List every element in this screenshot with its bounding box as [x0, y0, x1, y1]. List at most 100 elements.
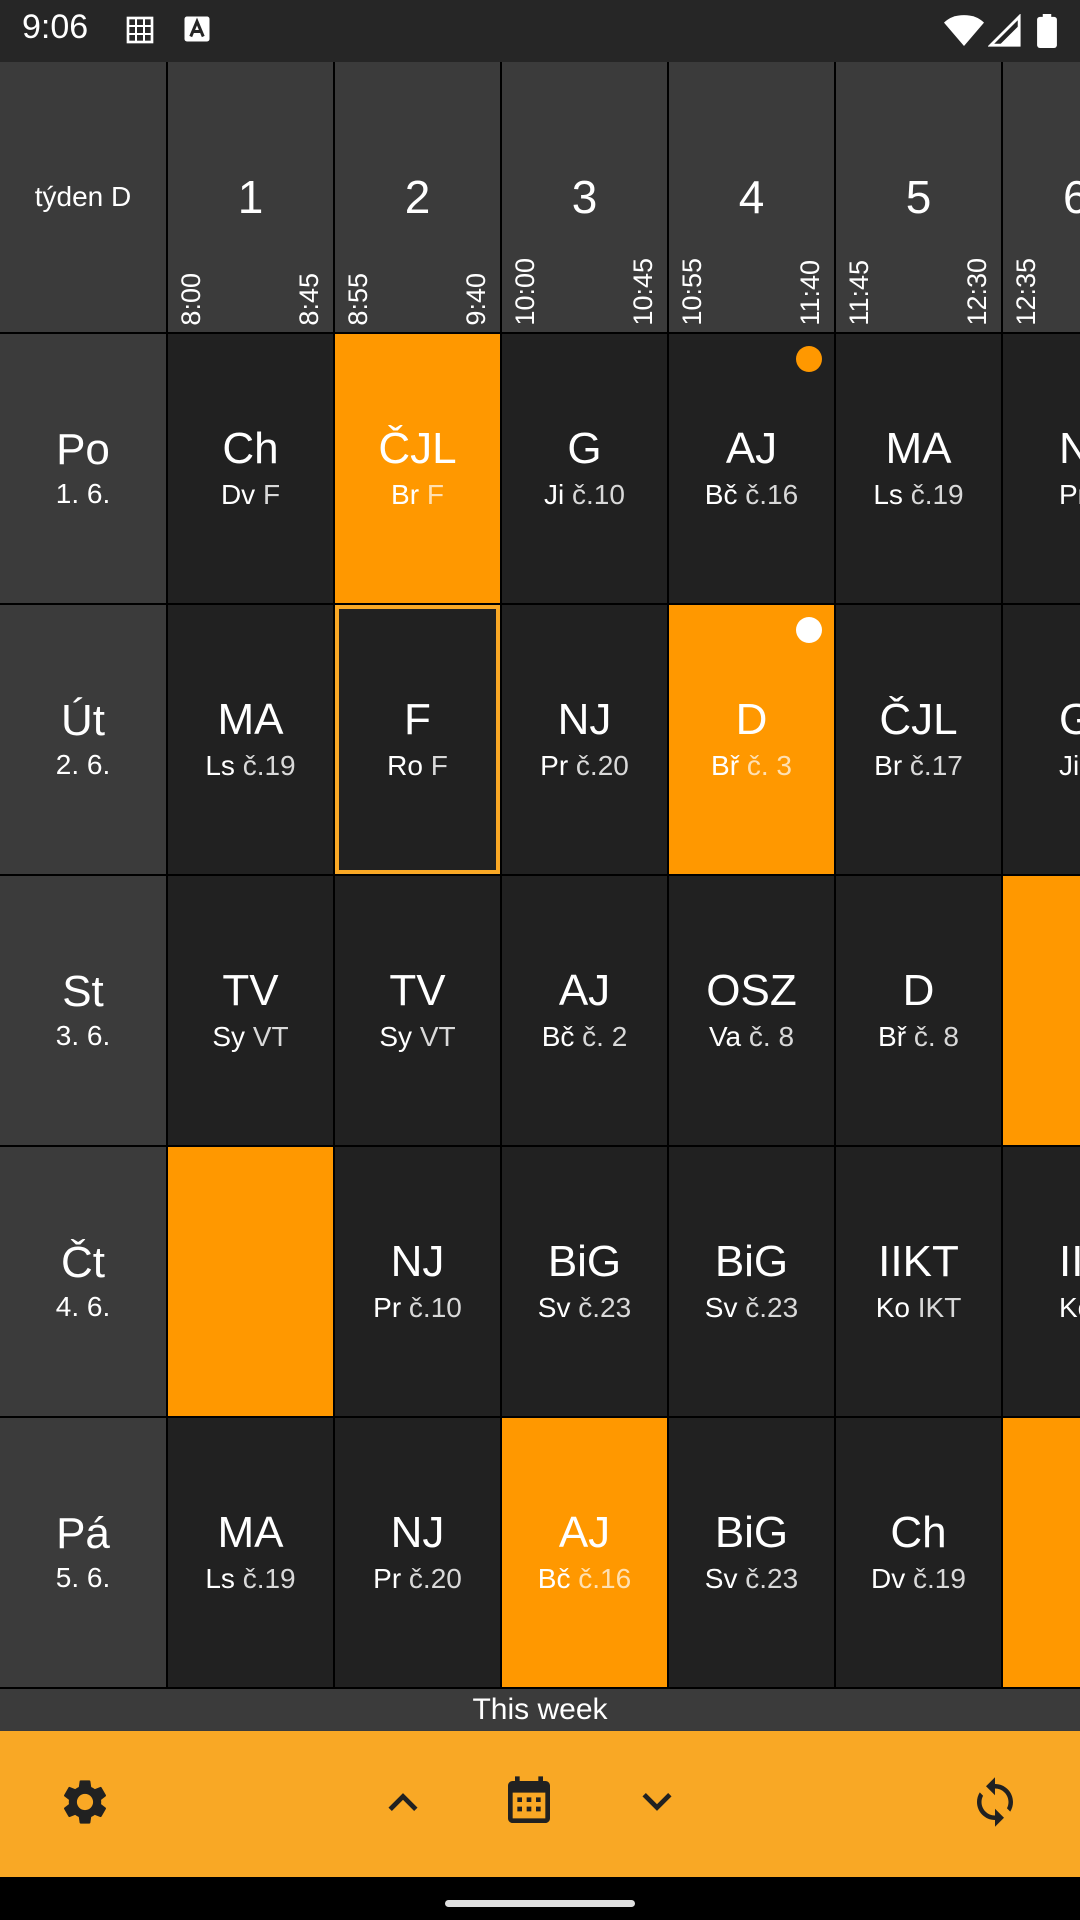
previous-week-button[interactable]: [370, 1771, 436, 1837]
lesson-teacher: Br: [391, 478, 420, 510]
lesson-cell[interactable]: MA Ls č.19: [168, 605, 333, 874]
lesson-details: Bř č. 8: [878, 1021, 959, 1053]
calendar-grid-icon: [124, 14, 156, 51]
lesson-subject: TV: [222, 965, 279, 1015]
lesson-subject: TV: [389, 965, 446, 1015]
day-header[interactable]: Po 1. 6.: [0, 334, 166, 603]
lesson-cell[interactable]: TV Sy VT: [168, 876, 333, 1145]
lesson-cell[interactable]: D Bř č. 3: [669, 605, 834, 874]
lesson-teacher: Dv: [871, 1562, 906, 1594]
lesson-details: Pr č.10: [373, 1292, 462, 1324]
lesson-room: č.19: [910, 478, 964, 510]
lesson-teacher: Bč: [704, 478, 738, 510]
lesson-cell[interactable]: D Bř č. 8: [836, 876, 1001, 1145]
lesson-details: Ls č.19: [205, 1563, 295, 1595]
settings-button[interactable]: [52, 1771, 118, 1837]
lesson-cell[interactable]: [1003, 876, 1080, 1145]
calendar-button[interactable]: [496, 1771, 562, 1837]
lesson-cell[interactable]: MA Ls č.19: [836, 334, 1001, 603]
lesson-cell[interactable]: BiG Sv č.23: [502, 1147, 667, 1416]
lesson-details: Bč č.16: [705, 479, 798, 511]
period-header-3[interactable]: 3 10:00 10:45: [502, 62, 667, 332]
day-header[interactable]: Út 2. 6.: [0, 605, 166, 874]
week-label: týden D: [34, 181, 132, 212]
lesson-subject: Ch: [222, 423, 279, 473]
lesson-cell[interactable]: BiG Sv č.23: [669, 1147, 834, 1416]
day-name: Pá: [56, 1508, 110, 1558]
lesson-subject: OSZ: [706, 965, 797, 1015]
period-start-time: 11:45: [844, 260, 874, 326]
lesson-teacher: Ko: [1059, 1291, 1080, 1323]
lesson-subject: G: [567, 423, 602, 473]
lesson-cell[interactable]: G Ji č: [1003, 605, 1080, 874]
sync-button[interactable]: [962, 1771, 1028, 1837]
lesson-subject: D: [902, 965, 935, 1015]
lesson-cell[interactable]: Ch Dv F: [168, 334, 333, 603]
period-header-2[interactable]: 2 8:55 9:40: [335, 62, 500, 332]
lesson-cell[interactable]: N Pr č: [1003, 334, 1080, 603]
lesson-cell[interactable]: MA Ls č.19: [168, 1418, 333, 1687]
lesson-teacher: Sy: [212, 1020, 246, 1052]
lesson-cell[interactable]: G Ji č.10: [502, 334, 667, 603]
period-number: 2: [404, 171, 431, 223]
period-header-4[interactable]: 4 10:55 11:40: [669, 62, 834, 332]
lesson-details: Sv č.23: [705, 1292, 798, 1324]
lesson-details: Bč č.16: [538, 1563, 631, 1595]
lesson-cell[interactable]: AJ Bč č.16: [502, 1418, 667, 1687]
lesson-room: F: [426, 478, 444, 510]
lesson-cell[interactable]: NJ Pr č.20: [335, 1418, 500, 1687]
font-a-icon: [182, 14, 212, 49]
signal-icon: [987, 13, 1022, 53]
lesson-teacher: Ji: [1059, 749, 1080, 781]
period-header-1[interactable]: 1 8:00 8:45: [168, 62, 333, 332]
lesson-cell[interactable]: F Ro F: [335, 605, 500, 874]
period-header-6[interactable]: 6 12:35: [1003, 62, 1080, 332]
lesson-cell[interactable]: [168, 1147, 333, 1416]
lesson-cell[interactable]: OSZ Va č. 8: [669, 876, 834, 1145]
lesson-cell[interactable]: AJ Bč č. 2: [502, 876, 667, 1145]
period-number: 6: [1063, 171, 1080, 223]
lesson-cell[interactable]: [1003, 1418, 1080, 1687]
lesson-teacher: Bč: [541, 1020, 575, 1052]
lesson-teacher: Pr: [373, 1291, 402, 1323]
lesson-cell[interactable]: Ch Dv č.19: [836, 1418, 1001, 1687]
lesson-room: č.20: [408, 1562, 462, 1594]
lesson-room: č. 3: [746, 749, 792, 781]
lesson-cell[interactable]: BiG Sv č.23: [669, 1418, 834, 1687]
lesson-subject: AJ: [558, 1507, 611, 1557]
day-header[interactable]: St 3. 6.: [0, 876, 166, 1145]
lesson-subject: BiG: [714, 1236, 789, 1286]
lesson-subject: Ch: [890, 1507, 947, 1557]
lesson-cell[interactable]: IIKT Ko IKT: [836, 1147, 1001, 1416]
lesson-subject: BiG: [714, 1507, 789, 1557]
next-week-button[interactable]: [624, 1771, 690, 1837]
period-end-time: 8:45: [294, 273, 324, 326]
lesson-cell[interactable]: NJ Pr č.10: [335, 1147, 500, 1416]
period-number: 5: [905, 171, 932, 223]
lesson-cell[interactable]: ČJL Br č.17: [836, 605, 1001, 874]
lesson-cell[interactable]: ČJL Br F: [335, 334, 500, 603]
lesson-cell[interactable]: II Ko: [1003, 1147, 1080, 1416]
bottom-toolbar: [0, 1731, 1080, 1877]
lesson-teacher: Ls: [205, 1562, 235, 1594]
lesson-details: Sy VT: [379, 1021, 455, 1053]
period-number: 4: [738, 171, 765, 223]
day-date: 2. 6.: [55, 748, 111, 780]
day-header[interactable]: Pá 5. 6.: [0, 1418, 166, 1687]
home-gesture-handle[interactable]: [445, 1900, 635, 1907]
lesson-teacher: Ls: [873, 478, 903, 510]
day-header[interactable]: Čt 4. 6.: [0, 1147, 166, 1416]
lesson-cell[interactable]: NJ Pr č.20: [502, 605, 667, 874]
lesson-subject: MA: [217, 1507, 284, 1557]
day-name: St: [62, 966, 104, 1016]
lesson-teacher: Bč: [537, 1562, 571, 1594]
lesson-cell[interactable]: TV Sy VT: [335, 876, 500, 1145]
week-label-cell[interactable]: týden D: [0, 62, 166, 332]
lesson-cell[interactable]: AJ Bč č.16: [669, 334, 834, 603]
lesson-subject: MA: [217, 694, 284, 744]
day-date: 1. 6.: [55, 477, 111, 509]
sync-icon: [968, 1775, 1022, 1834]
period-header-5[interactable]: 5 11:45 12:30: [836, 62, 1001, 332]
lesson-details: Pr č.20: [540, 750, 629, 782]
status-bar: 9:06: [0, 0, 1080, 62]
